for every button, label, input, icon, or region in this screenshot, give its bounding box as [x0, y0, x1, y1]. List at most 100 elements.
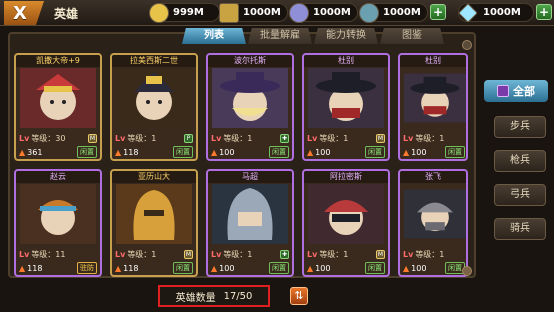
scroll-indicator[interactable] — [462, 266, 472, 276]
status-badge: 闲置 — [77, 146, 97, 158]
hero-footer: ▲ 100 闲置 — [211, 262, 289, 274]
hero-name: 张飞 — [400, 171, 466, 183]
hero-name: 赵云 — [16, 171, 100, 183]
hero-level: 等级：11 — [31, 249, 66, 259]
hero-footer: ▲ 361 闲置 — [19, 146, 97, 158]
food-resource: 1000M — [359, 2, 428, 23]
skill-icon: ✚ — [280, 249, 289, 259]
hero-footer: ▲ 100 闲置 — [307, 262, 385, 274]
hero-level: 等级：30 — [31, 133, 66, 143]
hero-level-row: Lv 等级：1 ✚ — [211, 249, 289, 259]
power-value: 100 — [219, 263, 235, 273]
filter-archer-button[interactable]: 弓兵 — [494, 184, 546, 206]
hero-power: ▲ 100 — [211, 148, 234, 157]
ore-value: 1000M — [243, 7, 281, 18]
status-badge: 闲置 — [445, 146, 465, 158]
hero-portrait — [20, 184, 96, 244]
hero-card[interactable]: 波尔托斯 Lv 等级：1 ✚ ▲ 100 闲置 — [206, 53, 294, 161]
hero-footer: ▲ 100 闲置 — [403, 146, 465, 158]
plus-icon: + — [432, 5, 444, 19]
hero-card[interactable]: 张飞 Lv 等级：1 ▲ 100 闲置 — [398, 169, 468, 277]
hero-portrait — [116, 184, 192, 244]
level-label: Lv — [403, 133, 414, 143]
status-badge: 驻防 — [77, 262, 97, 274]
hero-level-row: Lv 等级：1 — [403, 133, 465, 143]
hero-level-row: Lv 等级：1 M — [307, 133, 385, 143]
stone-icon — [289, 2, 309, 23]
hero-portrait — [212, 184, 288, 244]
level-label: Lv — [211, 133, 222, 143]
power-value: 118 — [27, 263, 43, 273]
status-badge: 闲置 — [173, 146, 193, 158]
hero-name: 马超 — [208, 171, 292, 183]
gear-icon — [462, 40, 472, 50]
hero-card[interactable]: 阿拉密斯 Lv 等级：1 M ▲ 100 闲置 — [302, 169, 390, 277]
food-value: 1000M — [383, 7, 421, 18]
hero-card[interactable]: 亚历山大 Lv 等级：1 M ▲ 118 闲置 — [110, 169, 198, 277]
flame-icon: ▲ — [403, 263, 410, 273]
power-value: 100 — [315, 147, 331, 157]
hero-portrait — [116, 68, 192, 128]
level-label: Lv — [211, 249, 222, 259]
hero-portrait — [212, 68, 288, 128]
hero-power: ▲ 118 — [115, 264, 138, 273]
stone-value: 1000M — [313, 7, 351, 18]
hero-power: ▲ 100 — [307, 264, 330, 273]
hero-name: 亚历山大 — [112, 171, 196, 183]
power-value: 118 — [123, 147, 139, 157]
hero-portrait — [308, 68, 384, 128]
hero-level: 等级：1 — [223, 249, 253, 259]
power-value: 100 — [315, 263, 331, 273]
hero-card[interactable]: 马超 Lv 等级：1 ✚ ▲ 100 闲置 — [206, 169, 294, 277]
all-icon — [497, 85, 509, 97]
hero-count-label: 英雄数量 — [175, 292, 216, 304]
tab-list[interactable]: 列表 — [182, 28, 246, 44]
status-badge: 闲置 — [365, 146, 385, 158]
level-label: Lv — [403, 249, 414, 259]
hero-grid: 凯撒大帝+9 Lv 等级：30 M ▲ 361 闲置 拉美西斯二世 Lv 等级：1… — [14, 53, 472, 279]
sort-button[interactable]: ⇅ — [290, 287, 308, 305]
close-button[interactable]: X — [4, 1, 44, 25]
hero-card[interactable]: 赵云 Lv 等级：11 ▲ 118 驻防 — [14, 169, 102, 277]
filter-all-label: 全部 — [513, 85, 535, 98]
hero-card[interactable]: 凯撒大帝+9 Lv 等级：30 M ▲ 361 闲置 — [14, 53, 102, 161]
tab-codex[interactable]: 图鉴 — [380, 28, 444, 44]
hero-name: 凯撒大帝+9 — [16, 55, 100, 67]
power-value: 100 — [219, 147, 235, 157]
add-resources-button[interactable]: + — [430, 4, 446, 20]
hero-footer: ▲ 118 驻防 — [19, 262, 97, 274]
tab-batch-dismiss[interactable]: 批量解雇 — [248, 28, 312, 44]
medal-icon: M — [376, 249, 385, 259]
hero-card[interactable]: 杜别 Lv 等级：1 M ▲ 100 闲置 — [302, 53, 390, 161]
level-label: Lv — [115, 249, 126, 259]
flame-icon: ▲ — [307, 263, 314, 273]
filter-all-button[interactable]: 全部 — [484, 80, 548, 102]
status-badge: 闲置 — [269, 262, 289, 274]
level-label: Lv — [307, 133, 318, 143]
hero-power: ▲ 100 — [403, 148, 426, 157]
hero-footer: ▲ 100 闲置 — [211, 146, 289, 158]
add-diamond-button[interactable]: + — [536, 4, 552, 20]
hero-level: 等级：1 — [415, 249, 445, 259]
hero-footer: ▲ 100 闲置 — [403, 262, 465, 274]
level-label: Lv — [115, 133, 126, 143]
filter-cavalry-button[interactable]: 骑兵 — [494, 218, 546, 240]
food-icon — [359, 2, 379, 23]
hero-card[interactable]: 拉美西斯二世 Lv 等级：1 P ▲ 118 闲置 — [110, 53, 198, 161]
tab-ability-convert[interactable]: 能力转换 — [314, 28, 378, 44]
flame-icon: ▲ — [403, 147, 410, 157]
flame-icon: ▲ — [211, 263, 218, 273]
hero-level-row: Lv 等级：11 — [19, 249, 97, 259]
level-label: Lv — [19, 249, 30, 259]
hero-level: 等级：1 — [415, 133, 445, 143]
hero-footer: ▲ 118 闲置 — [115, 146, 193, 158]
medal-icon: M — [376, 133, 385, 143]
status-badge: 闲置 — [173, 262, 193, 274]
filter-spearman-button[interactable]: 枪兵 — [494, 150, 546, 172]
diamond-resource: 1000M — [458, 2, 534, 23]
filter-infantry-button[interactable]: 步兵 — [494, 116, 546, 138]
skill-icon: ✚ — [280, 133, 289, 143]
plus-icon: + — [538, 5, 550, 19]
hero-card[interactable]: 杜别 Lv 等级：1 ▲ 100 闲置 — [398, 53, 468, 161]
hero-level: 等级：1 — [319, 133, 349, 143]
